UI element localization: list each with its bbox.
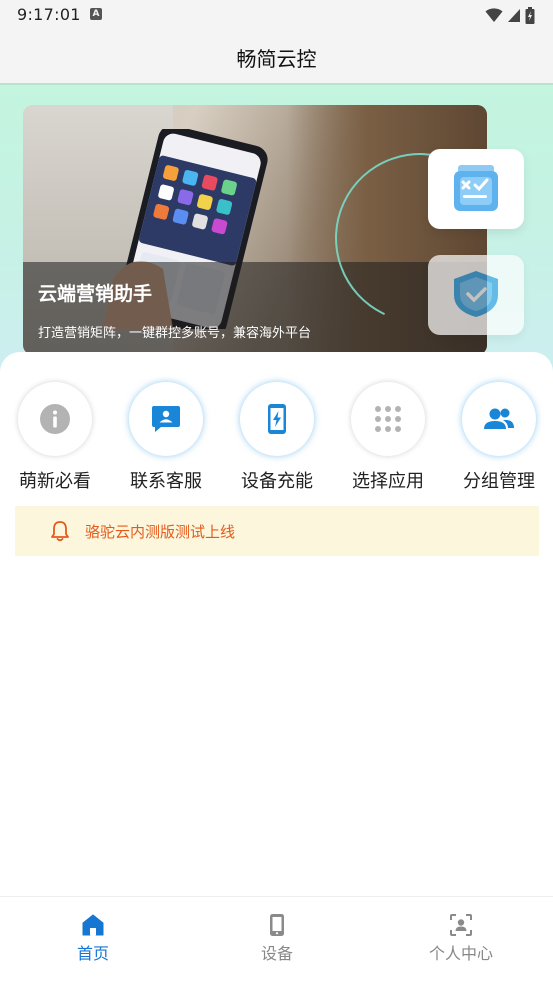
quick-action-label: 萌新必看 — [19, 471, 91, 492]
profile-icon — [450, 914, 472, 936]
content-panel: 萌新必看 联系客服 设备充能 选择应用 分组管理 骆驼云内测版测试上线 — [0, 352, 553, 897]
banner-title: 云端营销助手 — [38, 283, 153, 305]
notification-icon: A — [90, 8, 102, 20]
quick-actions: 萌新必看 联系客服 设备充能 选择应用 分组管理 — [0, 382, 553, 492]
quick-action-select-app[interactable]: 选择应用 — [338, 382, 438, 492]
hero-banner: 云端营销助手 打造营销矩阵，一键群控多账号，兼容海外平台 — [0, 85, 553, 375]
quick-action-label: 选择应用 — [352, 471, 424, 492]
shield-card-decoration — [428, 255, 524, 335]
bell-icon — [51, 521, 69, 542]
battery-icon — [525, 6, 535, 24]
quick-action-circle — [240, 382, 314, 456]
contact-card-icon — [152, 406, 180, 432]
device-icon — [270, 914, 284, 936]
nav-tab-home[interactable]: 首页 — [33, 913, 153, 969]
task-card-decoration — [428, 149, 524, 229]
shield-check-icon — [454, 271, 498, 317]
status-icons — [485, 6, 535, 24]
nav-label: 个人中心 — [428, 944, 493, 963]
phone-charge-icon — [268, 404, 286, 434]
task-list-icon — [454, 165, 498, 211]
info-icon — [40, 404, 70, 434]
banner-subtitle: 打造营销矩阵，一键群控多账号，兼容海外平台 — [38, 326, 312, 341]
page-title: 畅简云控 — [236, 47, 317, 71]
nav-tab-device[interactable]: 设备 — [217, 913, 337, 969]
wifi-icon — [485, 8, 503, 22]
quick-action-circle — [351, 382, 425, 456]
quick-action-newbie-guide[interactable]: 萌新必看 — [5, 382, 105, 492]
nav-tab-profile[interactable]: 个人中心 — [401, 913, 521, 969]
quick-action-label: 联系客服 — [130, 471, 202, 492]
nav-label: 首页 — [76, 944, 109, 963]
quick-action-circle — [462, 382, 536, 456]
signal-icon — [508, 9, 520, 22]
app-bar: 畅简云控 — [0, 30, 553, 84]
quick-action-device-charge[interactable]: 设备充能 — [227, 382, 327, 492]
quick-action-contact-service[interactable]: 联系客服 — [116, 382, 216, 492]
notice-text: 骆驼云内测版测试上线 — [85, 523, 236, 541]
quick-action-label: 设备充能 — [241, 471, 313, 492]
group-icon — [484, 408, 514, 429]
bottom-nav: 首页 设备 个人中心 — [0, 896, 553, 984]
nav-label: 设备 — [260, 944, 293, 963]
notice-banner[interactable]: 骆驼云内测版测试上线 — [15, 506, 539, 556]
quick-action-label: 分组管理 — [463, 471, 535, 492]
app-grid-icon — [375, 406, 401, 432]
quick-action-circle — [18, 382, 92, 456]
quick-action-circle — [129, 382, 203, 456]
quick-action-group-management[interactable]: 分组管理 — [449, 382, 549, 492]
status-bar: 9:17:01 A — [0, 0, 553, 30]
home-icon — [82, 914, 104, 936]
status-time: 9:17:01 — [17, 5, 81, 24]
